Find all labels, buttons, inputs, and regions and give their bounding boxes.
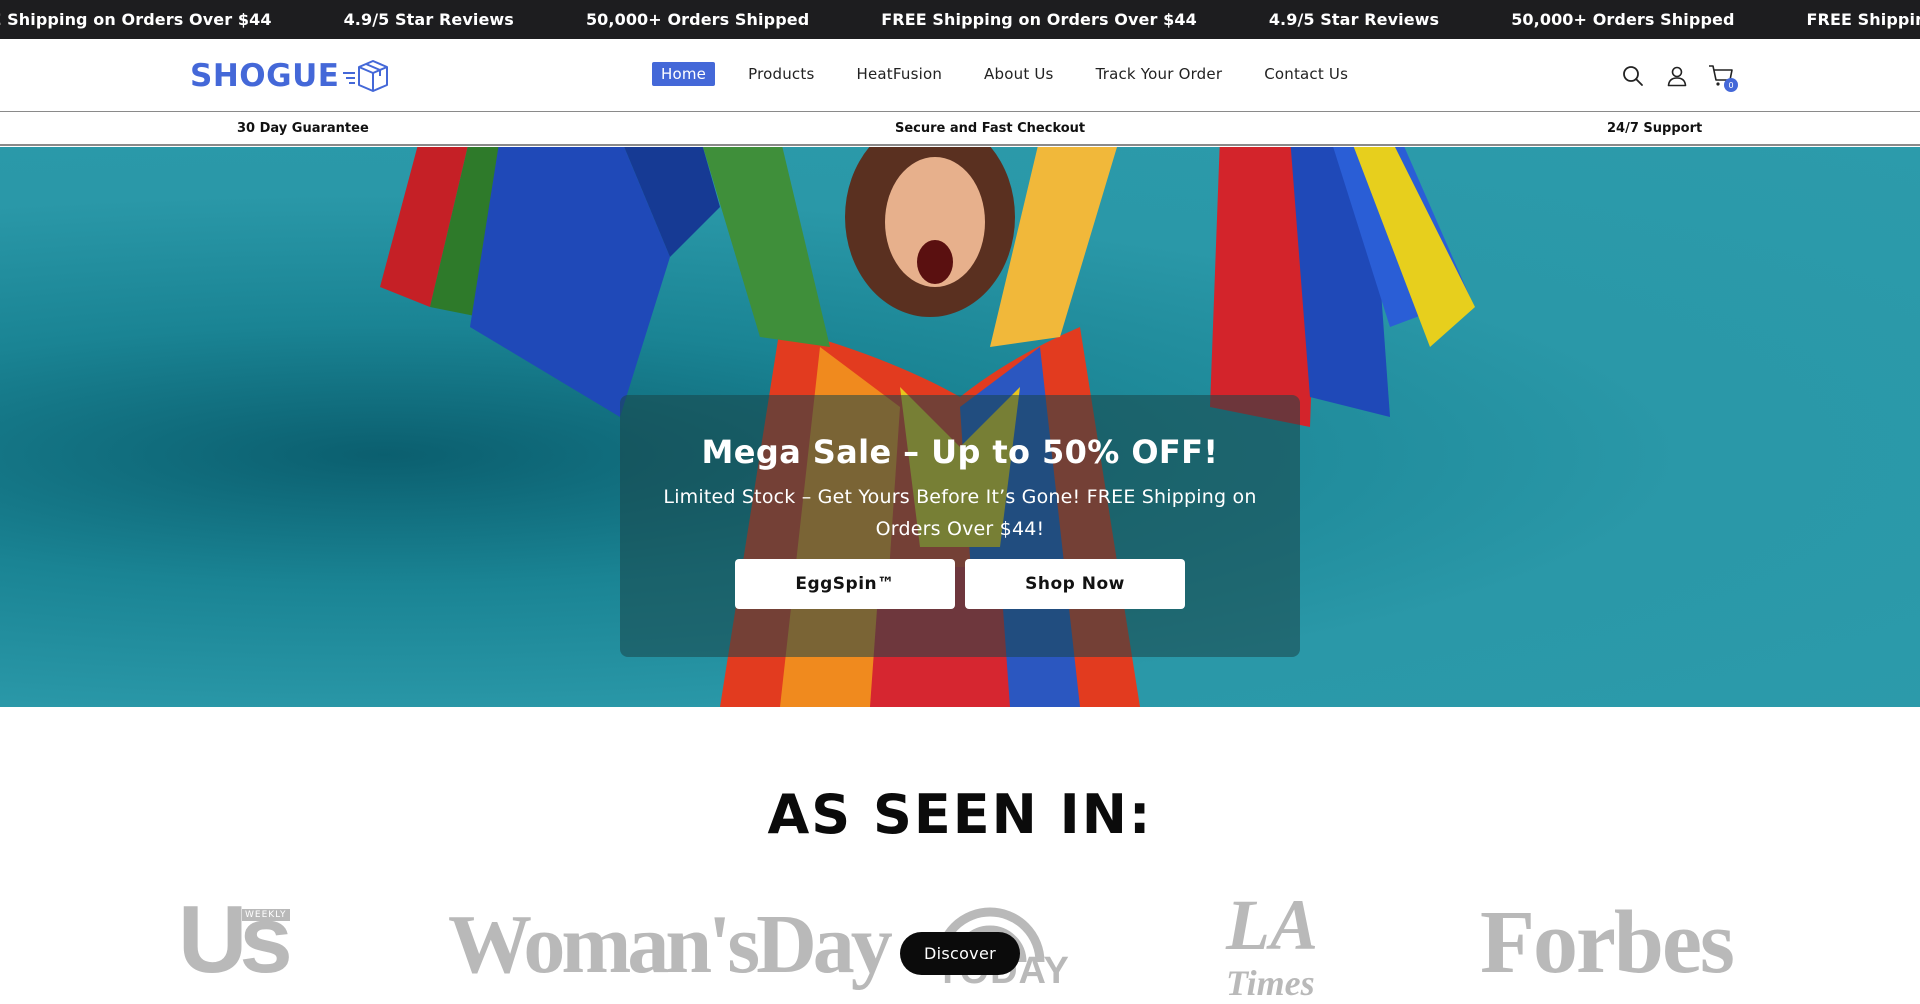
hero-banner: Mega Sale – Up to 50% OFF! Limited Stock… [0, 147, 1920, 707]
usp-support: 24/7 Support [1607, 121, 1702, 136]
discover-button[interactable]: Discover [900, 932, 1020, 975]
header-icons: 0 [1602, 63, 1734, 89]
announcement-bar: FREE Shipping on Orders Over $44 4.9/5 S… [0, 0, 1920, 39]
usp-checkout: Secure and Fast Checkout [895, 121, 1085, 136]
nav-products[interactable]: Products [739, 62, 823, 86]
announcement-item: 4.9/5 Star Reviews [308, 10, 550, 29]
usp-guarantee: 30 Day Guarantee [237, 121, 369, 136]
announcement-item: FREE Shipping on Orders Over $44 [0, 10, 308, 29]
search-icon[interactable] [1620, 63, 1646, 89]
la-times-times: Times [1226, 962, 1315, 1004]
site-logo[interactable]: SHOGUE [190, 57, 389, 95]
site-header: SHOGUE Home Products HeatFusion About Us… [0, 39, 1920, 112]
cart-count-badge: 0 [1724, 78, 1738, 92]
us-weekly-tag: WEEKLY [242, 909, 290, 921]
nav-home[interactable]: Home [652, 62, 715, 86]
hero-title: Mega Sale – Up to 50% OFF! [620, 433, 1300, 471]
hero-buttons: EggSpin™ Shop Now [620, 559, 1300, 609]
box-icon [341, 59, 389, 93]
nav-heatfusion[interactable]: HeatFusion [847, 62, 951, 86]
nav-track-order[interactable]: Track Your Order [1087, 62, 1232, 86]
announcement-item: 50,000+ Orders Shipped [1475, 10, 1770, 29]
usp-bar: 30 Day Guarantee Secure and Fast Checkou… [0, 113, 1920, 146]
forbes-logo: Forbes [1480, 898, 1733, 988]
account-icon[interactable] [1664, 63, 1690, 89]
nav-about-us[interactable]: About Us [975, 62, 1063, 86]
announcement-item: 50,000+ Orders Shipped [550, 10, 845, 29]
announcement-item: FREE Shipping on Orders Over $44 [845, 10, 1233, 29]
cart-icon[interactable]: 0 [1708, 63, 1734, 89]
eggspin-button[interactable]: EggSpin™ [735, 559, 955, 609]
nav-contact-us[interactable]: Contact Us [1255, 62, 1357, 86]
main-nav: Home Products HeatFusion About Us Track … [652, 62, 1381, 86]
logo-text: SHOGUE [190, 58, 339, 94]
shop-now-button[interactable]: Shop Now [965, 559, 1185, 609]
announcement-track: FREE Shipping on Orders Over $44 4.9/5 S… [0, 0, 1920, 39]
hero-content-box: Mega Sale – Up to 50% OFF! Limited Stock… [620, 395, 1300, 657]
hero-subtitle: Limited Stock – Get Yours Before It’s Go… [660, 481, 1260, 545]
announcement-item: FREE Shipping on Orders Over $44 [1771, 10, 1920, 29]
as-seen-in-title: AS SEEN IN: [0, 783, 1920, 846]
womans-day-logo: Woman'sDay [448, 900, 889, 990]
announcement-item: 4.9/5 Star Reviews [1233, 10, 1475, 29]
la-times-logo: LA [1226, 890, 1318, 960]
